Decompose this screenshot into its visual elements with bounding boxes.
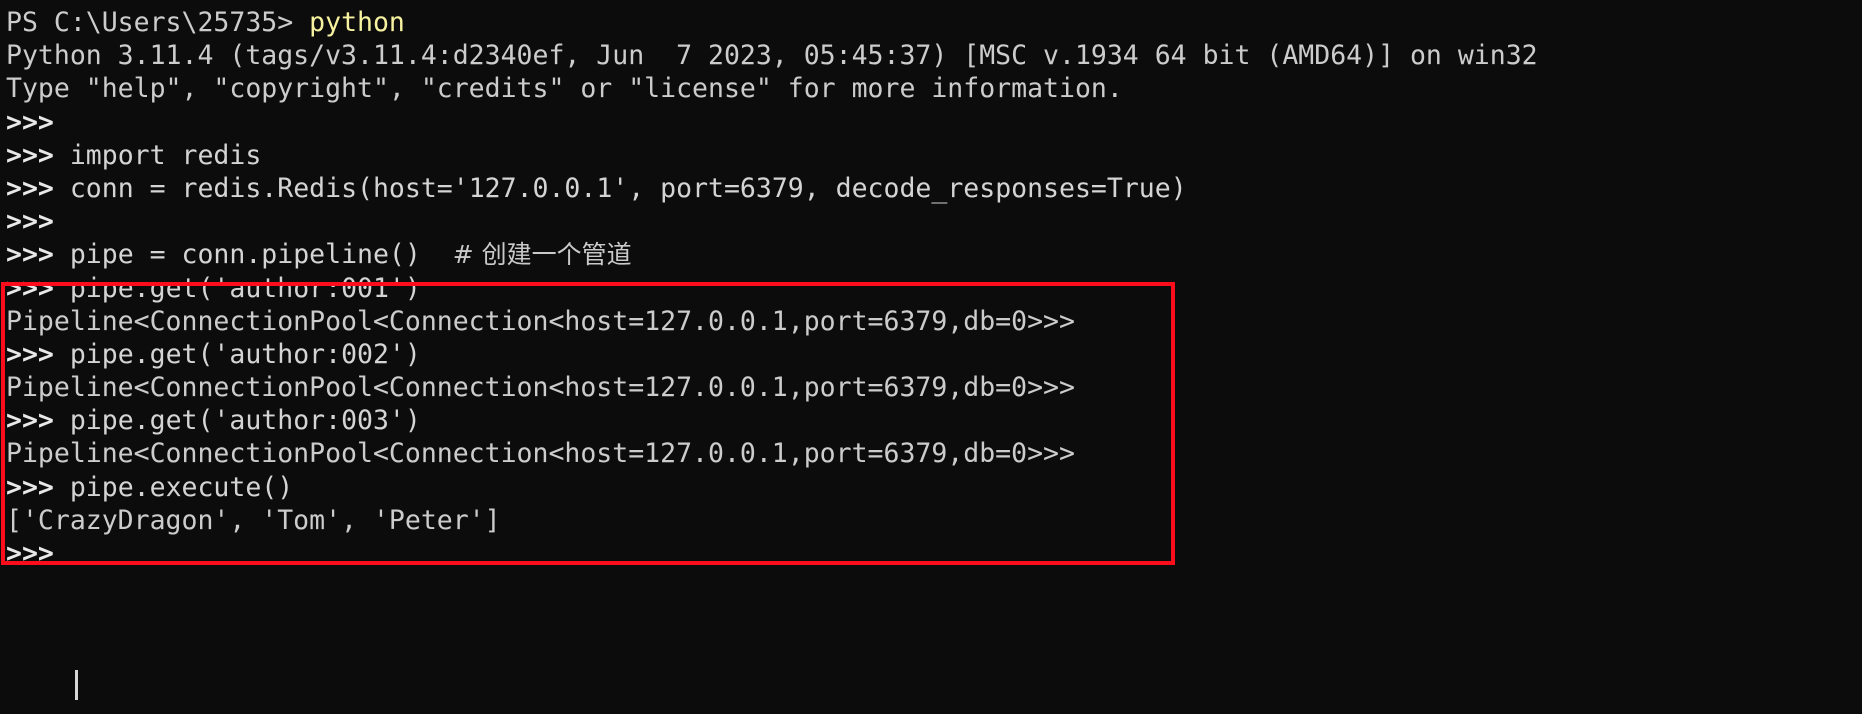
terminal-window[interactable]: PS C:\Users\25735> python Python 3.11.4 … [0,0,1862,714]
repl-command-pipe-get-001: pipe.get('author:001') [69,272,421,304]
powershell-prompt-text: PS C:\Users\25735> [6,7,294,38]
terminal-line-import-redis: >>> import redis [0,139,1862,172]
repl-command-create-pipeline: pipe = conn.pipeline() [69,239,421,271]
terminal-line-empty-prompt-1: >>> [0,106,1862,139]
repl-prompt-chevrons: >>> [6,272,54,304]
terminal-line-shell-prompt: PS C:\Users\25735> python [0,6,1862,39]
terminal-line-pipeline-repr-1: Pipeline<ConnectionPool<Connection<host=… [6,305,1075,337]
terminal-line-pipe-get-003: >>> pipe.get('author:003') [0,404,1862,437]
repl-prompt-chevrons: >>> [6,206,54,238]
repl-inline-comment-create-pipeline: # 创建一个管道 [452,240,632,270]
terminal-line-final-prompt: >>> [0,537,1862,570]
terminal-line-pipe-execute: >>> pipe.execute() [0,471,1862,504]
terminal-line-execute-result: ['CrazyDragon', 'Tom', 'Peter'] [6,504,501,536]
repl-prompt-chevrons: >>> [6,538,54,569]
repl-command-pipe-get-002: pipe.get('author:002') [69,338,421,370]
repl-prompt-chevrons: >>> [6,172,54,204]
repl-command-create-connection: conn = redis.Redis(host='127.0.0.1', por… [69,172,1187,204]
repl-command-pipe-execute: pipe.execute() [69,471,294,503]
repl-prompt-chevrons: >>> [6,106,54,138]
terminal-line-pipe-get-002: >>> pipe.get('author:002') [0,338,1862,371]
terminal-line-create-pipeline: >>> pipe = conn.pipeline() # 创建一个管道 [0,238,1862,271]
text-cursor [75,670,78,700]
repl-command-pipe-get-003: pipe.get('author:003') [69,405,421,437]
shell-command-python: python [309,7,405,38]
terminal-line-python-help-hint: Type "help", "copyright", "credits" or "… [6,73,1123,105]
repl-prompt-chevrons: >>> [6,239,54,271]
terminal-line-pipeline-repr-3: Pipeline<ConnectionPool<Connection<host=… [6,438,1075,470]
terminal-line-empty-prompt-2: >>> [0,205,1862,238]
repl-prompt-chevrons: >>> [6,338,54,370]
repl-prompt-chevrons: >>> [6,405,54,437]
repl-command-import-redis: import redis [69,139,262,171]
terminal-line-create-connection: >>> conn = redis.Redis(host='127.0.0.1',… [0,172,1862,205]
terminal-line-python-banner: Python 3.11.4 (tags/v3.11.4:d2340ef, Jun… [6,40,1538,72]
terminal-line-pipe-get-001: >>> pipe.get('author:001') [0,272,1862,305]
repl-prompt-chevrons: >>> [6,139,54,171]
repl-prompt-chevrons: >>> [6,471,54,503]
terminal-line-pipeline-repr-2: Pipeline<ConnectionPool<Connection<host=… [6,372,1075,404]
